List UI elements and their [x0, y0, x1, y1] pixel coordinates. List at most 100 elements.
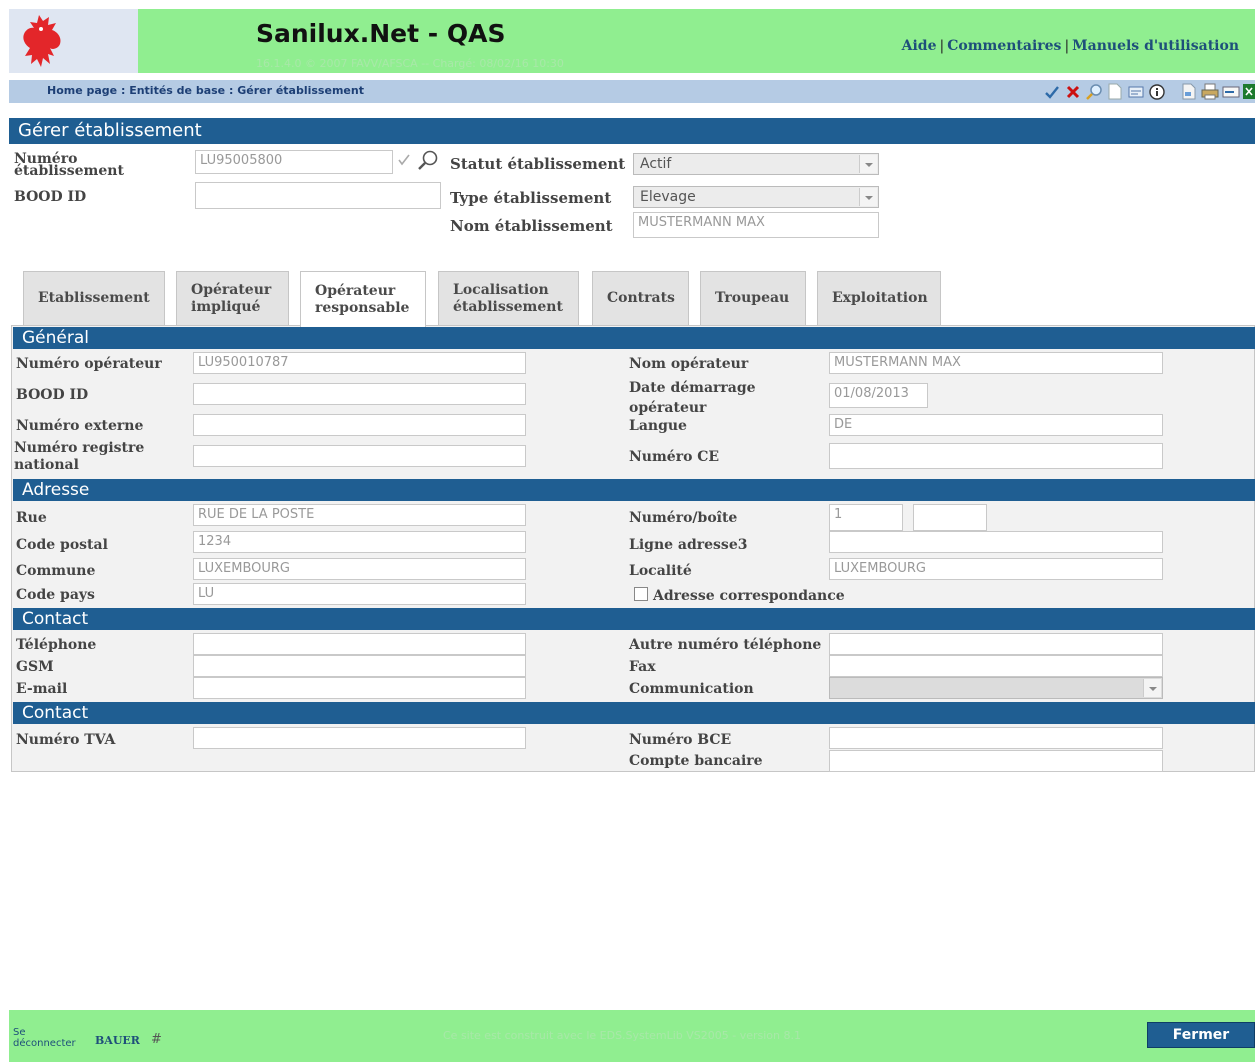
logout-link[interactable]: Se déconnecter [13, 1027, 83, 1049]
locality-label: Localité [629, 563, 692, 579]
user-name[interactable]: BAUER [95, 1034, 140, 1047]
excel-icon[interactable] [1243, 82, 1255, 101]
tab-label: Opérateur responsable [315, 282, 410, 316]
type-label: Type établissement [450, 189, 612, 207]
country-code-input[interactable]: LU [193, 583, 526, 605]
tab-exploitation[interactable]: Exploitation [817, 271, 941, 325]
communication-select[interactable] [829, 677, 1163, 699]
fax-input[interactable] [829, 655, 1163, 677]
operator-bood-input[interactable] [193, 383, 526, 405]
name-label: Nom établissement [450, 217, 613, 235]
establishment-name-input[interactable]: MUSTERMANN MAX [633, 212, 879, 238]
type-select[interactable]: Elevage [633, 186, 879, 208]
correspondence-checkbox[interactable] [634, 587, 648, 601]
version-info: 16.1.4.0 © 2007 FAVV/AFSCA -- Chargé: 08… [256, 57, 564, 70]
operator-number-label: Numéro opérateur [16, 356, 162, 372]
postal-code-input[interactable]: 1234 [193, 531, 526, 553]
registry-number-input[interactable] [193, 445, 526, 467]
ce-number-label: Numéro CE [629, 449, 720, 465]
external-number-input[interactable] [193, 414, 526, 436]
comments-link[interactable]: Commentaires [947, 38, 1061, 54]
start-date-input[interactable]: 01/08/2013 [829, 383, 928, 408]
start-date-label: Date démarrage opérateur [629, 380, 756, 416]
address-line3-input[interactable] [829, 531, 1163, 553]
chevron-down-icon[interactable] [1143, 679, 1161, 697]
email-label: E-mail [16, 681, 68, 697]
commune-label: Commune [16, 563, 96, 579]
establishment-search-icon[interactable] [416, 149, 440, 175]
communication-label: Communication [629, 681, 754, 697]
app-title: Sanilux.Net - QAS [256, 19, 506, 48]
vat-number-input[interactable] [193, 727, 526, 749]
toolbar [1043, 81, 1255, 102]
status-label: Statut établissement [450, 155, 626, 173]
section-title-general: Général [13, 327, 1255, 349]
chevron-down-icon[interactable] [859, 188, 877, 206]
other-phone-input[interactable] [829, 633, 1163, 655]
section-title-address: Adresse [13, 479, 1255, 501]
operator-name-label: Nom opérateur [629, 356, 749, 372]
phone-input[interactable] [193, 633, 526, 655]
link-separator: | [939, 38, 945, 54]
ce-number-input[interactable] [829, 443, 1163, 469]
tab-label: Exploitation [832, 290, 928, 306]
operator-number-input[interactable]: LU950010787 [193, 352, 526, 374]
bce-number-label: Numéro BCE [629, 732, 732, 748]
external-number-label: Numéro externe [16, 418, 144, 434]
status-select[interactable]: Actif [633, 153, 879, 175]
tab-localisation-etablissement[interactable]: Localisation établissement [438, 271, 579, 325]
bank-account-label: Compte bancaire [629, 753, 763, 769]
card-icon[interactable] [1127, 82, 1145, 101]
address-line3-label: Ligne adresse3 [629, 537, 748, 553]
hash-link[interactable]: # [151, 1032, 162, 1047]
tab-operateur-implique[interactable]: Opérateur impliqué [176, 271, 289, 325]
new-page-icon[interactable] [1106, 82, 1124, 101]
postal-code-label: Code postal [16, 537, 108, 553]
box-number-input[interactable] [913, 504, 987, 531]
commune-input[interactable]: LUXEMBOURG [193, 558, 526, 580]
tab-label: Localisation établissement [453, 281, 563, 315]
help-link[interactable]: Aide [902, 38, 937, 54]
chevron-down-icon[interactable] [859, 155, 877, 173]
gsm-label: GSM [16, 659, 54, 675]
operator-name-input[interactable]: MUSTERMANN MAX [829, 352, 1163, 374]
tab-etablissement[interactable]: Etablissement [23, 271, 165, 325]
tab-troupeau[interactable]: Troupeau [700, 271, 806, 325]
street-input[interactable]: RUE DE LA POSTE [193, 504, 526, 526]
info-icon[interactable] [1148, 82, 1166, 101]
country-code-label: Code pays [16, 587, 95, 603]
tab-label: Opérateur impliqué [191, 281, 272, 315]
bce-number-input[interactable] [829, 727, 1163, 749]
section-title-establishment: Gérer établissement [9, 118, 1255, 144]
print-icon[interactable] [1201, 82, 1219, 101]
breadcrumb[interactable]: Home page : Entités de base : Gérer étab… [47, 84, 364, 97]
search-icon[interactable] [1085, 82, 1103, 101]
validate-check-icon[interactable] [397, 153, 411, 171]
bank-account-input[interactable] [829, 750, 1163, 772]
language-input[interactable]: DE [829, 414, 1163, 436]
establishment-number-input[interactable]: LU95005800 [195, 150, 393, 174]
type-selected-value: Elevage [640, 189, 696, 205]
document-icon[interactable] [1180, 82, 1198, 101]
phone-label: Téléphone [16, 637, 97, 653]
tab-contrats[interactable]: Contrats [592, 271, 689, 325]
house-number-input[interactable]: 1 [829, 504, 903, 531]
tab-operateur-responsable[interactable]: Opérateur responsable [300, 271, 426, 327]
cancel-icon[interactable] [1064, 82, 1082, 101]
email-input[interactable] [193, 677, 526, 699]
correspondence-label: Adresse correspondance [653, 588, 845, 604]
link-separator: | [1064, 38, 1070, 54]
establishment-bood-input[interactable] [195, 182, 441, 209]
other-phone-label: Autre numéro téléphone [629, 637, 822, 653]
status-selected-value: Actif [640, 156, 672, 172]
number-box-label: Numéro/boîte [629, 510, 738, 526]
top-links: Aide | Commentaires | Manuels d'utilisation [902, 38, 1239, 54]
close-button[interactable]: Fermer [1147, 1022, 1255, 1048]
gsm-input[interactable] [193, 655, 526, 677]
locality-input[interactable]: LUXEMBOURG [829, 558, 1163, 580]
manuals-link[interactable]: Manuels d'utilisation [1072, 38, 1239, 54]
export-icon[interactable] [1222, 82, 1240, 101]
check-icon[interactable] [1043, 82, 1061, 101]
language-label: Langue [629, 418, 687, 434]
operator-bood-label: BOOD ID [16, 387, 89, 403]
